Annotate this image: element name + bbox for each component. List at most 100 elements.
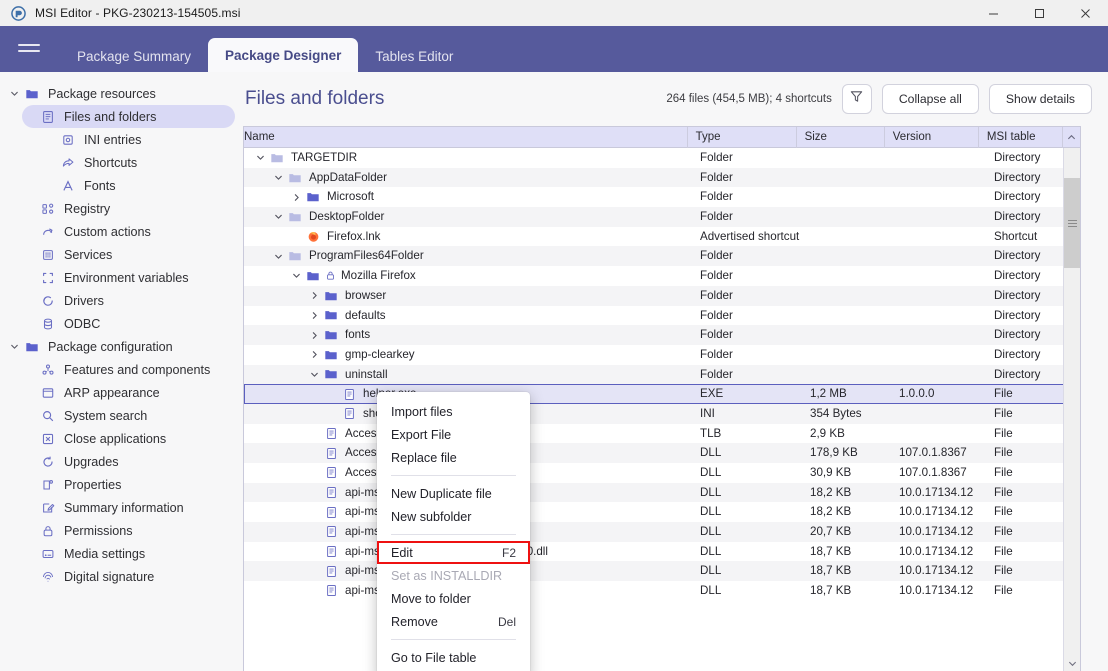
table-row[interactable]: api-ms-win-core-file-l1-2-0.dllDLL18,7 K…	[244, 581, 1080, 601]
table-row[interactable]: helper.exeEXE1,2 MB1.0.0.0File	[244, 384, 1080, 404]
table-row[interactable]: api-ms-win-core-errorhandling-l1-1-0.dll…	[244, 541, 1080, 562]
table-row[interactable]: gmp-clearkey Folder Directory	[244, 344, 1080, 365]
cell-msi-table: Directory	[994, 288, 1041, 302]
sidebar-item-label: INI entries	[84, 132, 142, 147]
table-row[interactable]: fonts Folder Directory	[244, 325, 1080, 345]
minimize-button[interactable]	[970, 0, 1016, 26]
sidebar-item-environment-variables[interactable]: Environment variables	[22, 266, 235, 289]
cell-type: Folder	[700, 367, 733, 381]
column-header-msi-table[interactable]: MSI table	[979, 127, 1064, 148]
chevron-down-icon[interactable]	[6, 342, 22, 351]
sidebar-item-services[interactable]: Services	[22, 243, 235, 266]
close-button[interactable]	[1062, 0, 1108, 26]
sidebar-item-properties[interactable]: Properties	[22, 473, 235, 496]
table-row[interactable]: AppDataFolder Folder Directory	[244, 167, 1080, 188]
sidebar-item-fonts[interactable]: Fonts	[42, 174, 235, 197]
sidebar-item-media-settings[interactable]: Media settings	[22, 542, 235, 565]
table-row[interactable]: ProgramFiles64Folder Folder Directory	[244, 246, 1080, 267]
table-row[interactable]: defaults Folder Directory	[244, 305, 1080, 326]
grid-header-row: Name Type Size Version MSI table	[244, 127, 1080, 148]
chevron-down-icon[interactable]	[270, 252, 286, 261]
sidebar-item-permissions[interactable]: Permissions	[22, 519, 235, 542]
sidebar-item-ini-entries[interactable]: INI entries	[42, 128, 235, 151]
sidebar-item-registry[interactable]: Registry	[22, 197, 235, 220]
table-row[interactable]: shortcuts_log.iniINI354 BytesFile	[244, 403, 1080, 424]
sidebar-item-arp-appearance[interactable]: ARP appearance	[22, 381, 235, 404]
chevron-down-icon[interactable]	[288, 271, 304, 280]
cell-version	[891, 404, 986, 424]
tab-package-designer[interactable]: Package Designer	[208, 38, 359, 72]
cell-type: Folder	[700, 190, 733, 204]
menu-item-new-subfolder[interactable]: New subfolder	[377, 505, 530, 528]
column-header-type[interactable]: Type	[688, 127, 797, 148]
table-row[interactable]: browser Folder Directory	[244, 285, 1080, 306]
chevron-right-icon[interactable]	[306, 311, 322, 320]
table-row[interactable]: AccessibleMarshal.dllDLL30,9 KB107.0.1.8…	[244, 463, 1080, 483]
column-header-version[interactable]: Version	[885, 127, 979, 148]
sidebar-item-system-search[interactable]: System search	[22, 404, 235, 427]
maximize-button[interactable]	[1016, 0, 1062, 26]
chevron-down-icon[interactable]	[6, 89, 22, 98]
sidebar-item-close-applications[interactable]: Close applications	[22, 427, 235, 450]
menu-item-export-file[interactable]: Export File	[377, 423, 530, 446]
table-row[interactable]: api-ms-win-core-file-l1-1-0.dllDLL18,7 K…	[244, 561, 1080, 582]
chevron-right-icon[interactable]	[306, 350, 322, 359]
tab-tables-editor[interactable]: Tables Editor	[358, 40, 470, 72]
collapse-all-button[interactable]: Collapse all	[881, 84, 979, 114]
sidebar-item-drivers[interactable]: Drivers	[22, 289, 235, 312]
table-row[interactable]: Accessible.tlbTLB2,9 KBFile	[244, 423, 1080, 444]
cell-version	[891, 207, 986, 227]
table-row[interactable]: TARGETDIR Folder Directory	[244, 148, 1080, 168]
menu-item-edit[interactable]: Edit F2	[377, 541, 530, 564]
chevron-down-icon[interactable]	[306, 370, 322, 379]
table-row[interactable]: DesktopFolder Folder Directory	[244, 207, 1080, 227]
sidebar-item-summary-information[interactable]: Summary information	[22, 496, 235, 519]
cell-name: fonts	[244, 325, 692, 345]
cell-name: gmp-clearkey	[244, 345, 692, 365]
chevron-right-icon[interactable]	[306, 331, 322, 340]
sidebar-item-upgrades[interactable]: Upgrades	[22, 450, 235, 473]
chevron-down-icon[interactable]	[270, 212, 286, 221]
table-row[interactable]: Mozilla Firefox Folder Directory	[244, 266, 1080, 286]
chevron-down-icon[interactable]	[270, 173, 286, 182]
menu-item-move-to-folder[interactable]: Move to folder	[377, 587, 530, 610]
chevron-right-icon[interactable]	[288, 193, 304, 202]
cell-type: Advertised shortcut	[700, 229, 800, 243]
menu-item-replace-file[interactable]: Replace file	[377, 446, 530, 469]
cell-name: DesktopFolder	[244, 207, 692, 227]
table-row[interactable]: api-ms-win-core-datetime-l1-1-0.dllDLL18…	[244, 502, 1080, 523]
table-row[interactable]: api-ms-win-core-console-l1-1-0.dllDLL18,…	[244, 482, 1080, 503]
table-row[interactable]: Microsoft Folder Directory	[244, 187, 1080, 208]
show-details-button[interactable]: Show details	[988, 84, 1092, 114]
sidebar-item-shortcuts[interactable]: Shortcuts	[42, 151, 235, 174]
file-count-summary: 264 files (454,5 MB); 4 shortcuts	[666, 93, 832, 105]
sidebar-item-label: ARP appearance	[64, 385, 160, 400]
menu-item-import-files[interactable]: Import files	[377, 400, 530, 423]
sidebar-item-features-and-components[interactable]: Features and components	[22, 358, 235, 381]
scroll-up-arrow-icon[interactable]	[1063, 127, 1080, 148]
column-header-name[interactable]: Name	[244, 127, 688, 148]
hamburger-menu-icon[interactable]	[18, 38, 42, 58]
sidebar-item-package-resources[interactable]: Package resources	[6, 82, 235, 105]
scroll-down-arrow-icon[interactable]	[1064, 655, 1080, 671]
sidebar-item-files-and-folders[interactable]: Files and folders	[22, 105, 235, 128]
sidebar-item-package-configuration[interactable]: Package configuration	[6, 335, 235, 358]
sidebar-item-odbc[interactable]: ODBC	[22, 312, 235, 335]
table-row[interactable]: api-ms-win-core-debug-l1-1-0.dllDLL20,7 …	[244, 522, 1080, 542]
tab-package-summary[interactable]: Package Summary	[60, 40, 208, 72]
menu-item-remove[interactable]: Remove Del	[377, 610, 530, 633]
sidebar-item-digital-signature[interactable]: Digital signature	[22, 565, 235, 588]
sidebar-item-custom-actions[interactable]: Custom actions	[22, 220, 235, 243]
menu-item-go-to-file-table[interactable]: Go to File table	[377, 646, 530, 669]
table-row[interactable]: Firefox.lnk Advertised shortcut Shortcut	[244, 226, 1080, 247]
table-row[interactable]: AccessibleHandler.dllDLL178,9 KB107.0.1.…	[244, 443, 1080, 463]
column-header-size[interactable]: Size	[797, 127, 885, 148]
chevron-right-icon[interactable]	[306, 291, 322, 300]
vertical-scrollbar[interactable]	[1063, 148, 1080, 671]
table-row[interactable]: uninstall Folder Directory	[244, 364, 1080, 385]
menu-item-new-duplicate-file[interactable]: New Duplicate file	[377, 482, 530, 505]
filter-button[interactable]	[841, 84, 872, 114]
menu-item-label: Set as INSTALLDIR	[391, 568, 503, 583]
scrollbar-thumb[interactable]	[1064, 178, 1080, 268]
chevron-down-icon[interactable]	[252, 153, 268, 162]
